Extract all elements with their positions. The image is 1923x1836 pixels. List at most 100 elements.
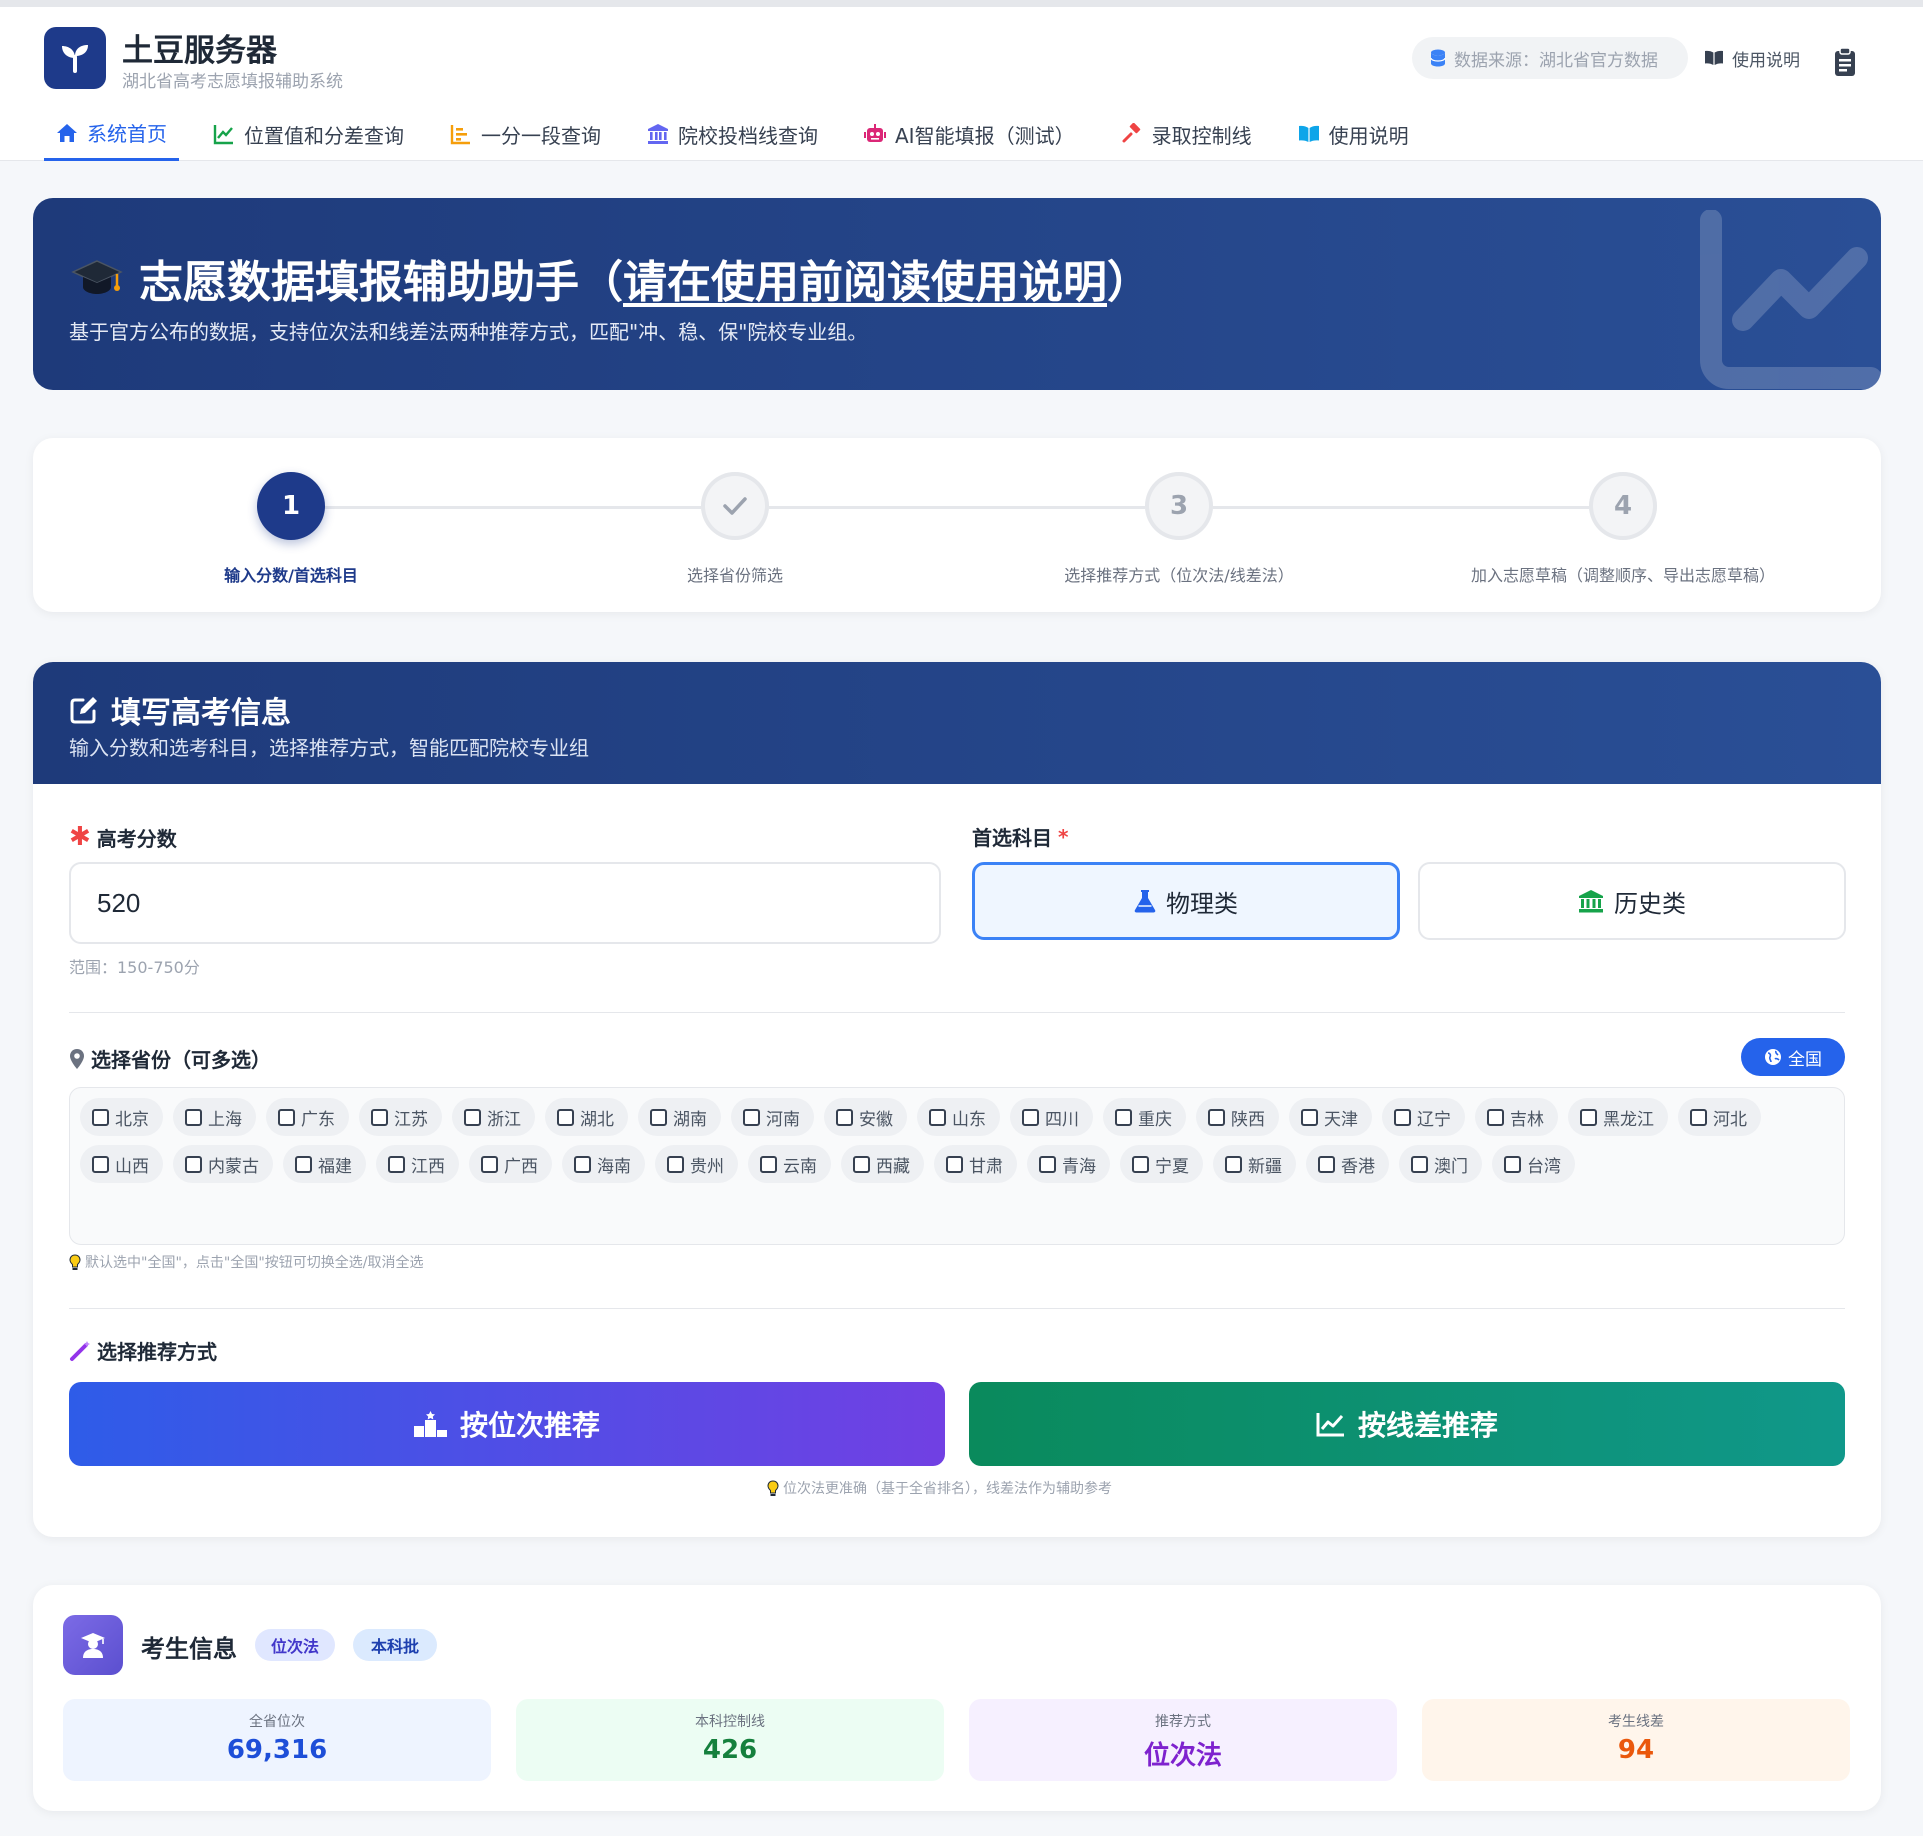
province-checkbox[interactable] — [1411, 1155, 1428, 1173]
province-option[interactable]: 青海 — [1027, 1145, 1110, 1183]
step-1-number: 1 — [257, 472, 325, 540]
province-checkbox[interactable] — [295, 1155, 312, 1173]
nav-manual-label: 使用说明 — [1328, 123, 1409, 148]
step-4: 4 加入志愿草稿（调整顺序、导出志愿草稿） — [1443, 472, 1803, 586]
manual-notice-link[interactable]: 请在使用前阅读使用说明 — [623, 257, 1107, 308]
province-checkbox[interactable] — [1115, 1108, 1132, 1126]
province-option[interactable]: 河北 — [1678, 1098, 1761, 1136]
province-checkbox[interactable] — [743, 1108, 760, 1126]
province-checkbox[interactable] — [1022, 1108, 1039, 1126]
province-checkbox[interactable] — [1318, 1155, 1335, 1173]
province-option[interactable]: 海南 — [562, 1145, 645, 1183]
province-name: 河南 — [766, 1109, 800, 1130]
province-checkbox[interactable] — [481, 1155, 498, 1173]
province-checkbox[interactable] — [760, 1155, 777, 1173]
province-option[interactable]: 广东 — [266, 1098, 349, 1136]
province-option[interactable]: 重庆 — [1103, 1098, 1186, 1136]
province-checkbox[interactable] — [371, 1108, 388, 1126]
clipboard-icon[interactable] — [1834, 47, 1856, 77]
province-checkbox[interactable] — [464, 1108, 481, 1126]
nav-position-query[interactable]: 位置值和分差查询 — [201, 107, 416, 161]
province-name: 河北 — [1713, 1109, 1747, 1130]
nav-home[interactable]: 系统首页 — [44, 107, 179, 161]
province-option[interactable]: 辽宁 — [1382, 1098, 1465, 1136]
province-checkbox[interactable] — [92, 1155, 109, 1173]
province-checkbox[interactable] — [388, 1155, 405, 1173]
province-option[interactable]: 新疆 — [1213, 1145, 1296, 1183]
province-option[interactable]: 山东 — [917, 1098, 1000, 1136]
province-option[interactable]: 澳门 — [1399, 1145, 1482, 1183]
recommend-by-rank-button[interactable]: 按位次推荐 — [69, 1382, 945, 1466]
province-option[interactable]: 山西 — [80, 1145, 163, 1183]
museum-icon — [1579, 890, 1603, 913]
province-option[interactable]: 台湾 — [1492, 1145, 1575, 1183]
province-checkbox[interactable] — [1301, 1108, 1318, 1126]
province-option[interactable]: 云南 — [748, 1145, 831, 1183]
province-checkbox[interactable] — [1225, 1155, 1242, 1173]
subject-physics-button[interactable]: 物理类 — [972, 862, 1400, 940]
province-option[interactable]: 上海 — [173, 1098, 256, 1136]
province-checkbox[interactable] — [650, 1108, 667, 1126]
province-option[interactable]: 香港 — [1306, 1145, 1389, 1183]
province-checkbox[interactable] — [1487, 1108, 1504, 1126]
province-checkbox[interactable] — [1690, 1108, 1707, 1126]
province-option[interactable]: 黑龙江 — [1568, 1098, 1668, 1136]
nav-score-segment[interactable]: 一分一段查询 — [438, 107, 613, 161]
province-checkbox[interactable] — [278, 1108, 295, 1126]
step-4-number: 4 — [1589, 472, 1657, 540]
province-option[interactable]: 甘肃 — [934, 1145, 1017, 1183]
province-checkbox[interactable] — [92, 1108, 109, 1126]
province-option[interactable]: 江西 — [376, 1145, 459, 1183]
province-option[interactable]: 湖南 — [638, 1098, 721, 1136]
province-checkbox[interactable] — [946, 1155, 963, 1173]
province-checkbox[interactable] — [574, 1155, 591, 1173]
nav-ai-fill[interactable]: AI智能填报（测试） — [852, 107, 1087, 161]
province-option[interactable]: 安徽 — [824, 1098, 907, 1136]
stat-province-rank: 全省位次 69,316 — [63, 1699, 491, 1781]
province-option[interactable]: 湖北 — [545, 1098, 628, 1136]
sprout-logo-icon[interactable] — [44, 27, 106, 89]
province-checkbox[interactable] — [185, 1108, 202, 1126]
nav-control-line[interactable]: 录取控制线 — [1109, 107, 1264, 161]
province-option[interactable]: 陕西 — [1196, 1098, 1279, 1136]
stat-line-diff: 考生线差 94 — [1422, 1699, 1850, 1781]
province-option[interactable]: 西藏 — [841, 1145, 924, 1183]
province-name: 新疆 — [1248, 1156, 1282, 1177]
province-option[interactable]: 江苏 — [359, 1098, 442, 1136]
stat-control-line: 本科控制线 426 — [516, 1699, 944, 1781]
province-checkbox[interactable] — [929, 1108, 946, 1126]
province-option[interactable]: 内蒙古 — [173, 1145, 273, 1183]
province-option[interactable]: 北京 — [80, 1098, 163, 1136]
help-link[interactable]: 使用说明 — [1704, 37, 1800, 79]
nav-admission-line[interactable]: 院校投档线查询 — [635, 107, 830, 161]
recommend-by-line-diff-button[interactable]: 按线差推荐 — [969, 1382, 1845, 1466]
province-option[interactable]: 四川 — [1010, 1098, 1093, 1136]
subject-history-button[interactable]: 历史类 — [1418, 862, 1846, 940]
province-checkbox[interactable] — [836, 1108, 853, 1126]
province-checkbox[interactable] — [667, 1155, 684, 1173]
province-option[interactable]: 河南 — [731, 1098, 814, 1136]
province-option[interactable]: 吉林 — [1475, 1098, 1558, 1136]
province-checkbox[interactable] — [853, 1155, 870, 1173]
province-checkbox[interactable] — [1394, 1108, 1411, 1126]
province-checkbox[interactable] — [185, 1155, 202, 1173]
province-option[interactable]: 贵州 — [655, 1145, 738, 1183]
province-option[interactable]: 广西 — [469, 1145, 552, 1183]
province-checkbox[interactable] — [1039, 1155, 1056, 1173]
province-name: 香港 — [1341, 1156, 1375, 1177]
exam-info-form: 填写高考信息 输入分数和选考科目，选择推荐方式，智能匹配院校专业组 ✱ 高考分数… — [33, 662, 1881, 1537]
score-input[interactable] — [69, 862, 941, 944]
province-checkbox[interactable] — [1132, 1155, 1149, 1173]
select-all-provinces-button[interactable]: 全国 — [1741, 1038, 1845, 1076]
province-checkbox[interactable] — [1208, 1108, 1225, 1126]
province-option[interactable]: 浙江 — [452, 1098, 535, 1136]
province-option[interactable]: 福建 — [283, 1145, 366, 1183]
nav-manual[interactable]: 使用说明 — [1286, 107, 1421, 161]
province-option[interactable]: 天津 — [1289, 1098, 1372, 1136]
province-checkbox[interactable] — [1580, 1108, 1597, 1126]
province-name: 山东 — [952, 1109, 986, 1130]
province-option[interactable]: 宁夏 — [1120, 1145, 1203, 1183]
province-checkbox[interactable] — [557, 1108, 574, 1126]
province-checkbox[interactable] — [1504, 1155, 1521, 1173]
stat-label: 考生线差 — [1608, 1714, 1664, 1730]
